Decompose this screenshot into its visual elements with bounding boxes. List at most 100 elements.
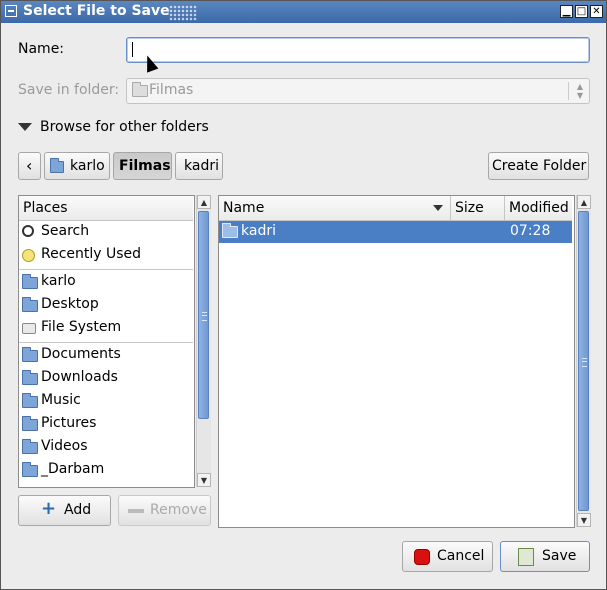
folder-icon xyxy=(222,223,238,238)
grip-icon xyxy=(202,312,207,321)
places-item-desktop[interactable]: Desktop xyxy=(19,294,193,317)
music-folder-icon xyxy=(22,393,38,408)
cancel-icon xyxy=(414,549,430,565)
path-segment-label: kadri xyxy=(184,158,219,174)
text-caret xyxy=(132,42,133,57)
save-dialog: Select File to Save ▁ □ ✕ Name: Save in … xyxy=(0,0,607,590)
file-list-header: Name Size Modified xyxy=(219,196,572,221)
column-name-header[interactable]: Name xyxy=(219,196,451,220)
places-panel: Places Search Recently Used karlo Deskto… xyxy=(18,195,195,488)
places-item-label: Pictures xyxy=(41,415,97,431)
save-in-folder-label: Save in folder: xyxy=(18,82,120,98)
back-arrow-icon: ‹ xyxy=(26,156,33,175)
places-item-label: File System xyxy=(41,319,122,335)
desktop-folder-icon xyxy=(22,297,38,312)
column-modified-header[interactable]: Modified xyxy=(505,196,572,220)
places-scroll-thumb[interactable] xyxy=(198,211,209,419)
file-modified: 07:28 xyxy=(510,223,551,239)
remove-label: Remove xyxy=(150,502,207,518)
pictures-folder-icon xyxy=(22,416,38,431)
name-label: Name: xyxy=(18,41,65,57)
file-list: Name Size Modified kadri 07:28 xyxy=(218,195,575,528)
recent-icon xyxy=(22,249,35,262)
filesystem-icon xyxy=(22,323,36,334)
places-item-recently-used[interactable]: Recently Used xyxy=(19,244,193,267)
scroll-up-icon[interactable]: ▲ xyxy=(577,195,591,209)
folder-icon xyxy=(22,462,38,477)
path-segment-label: karlo xyxy=(70,158,105,174)
cancel-button[interactable]: Cancel xyxy=(402,541,493,572)
places-item-file-system[interactable]: File System xyxy=(19,317,193,340)
places-item-documents[interactable]: Documents xyxy=(19,344,193,367)
cancel-label: Cancel xyxy=(437,548,485,564)
save-in-folder-combo[interactable]: Filmas ▲ ▼ xyxy=(126,78,590,104)
places-item-pictures[interactable]: Pictures xyxy=(19,413,193,436)
path-back-button[interactable]: ‹ xyxy=(18,152,41,180)
browse-expander-label: Browse for other folders xyxy=(40,119,209,135)
downloads-folder-icon xyxy=(22,370,38,385)
maximize-button[interactable]: □ xyxy=(575,5,588,18)
places-item-label: Documents xyxy=(41,346,121,362)
combo-separator xyxy=(568,82,569,100)
places-item-videos[interactable]: Videos xyxy=(19,436,193,459)
places-item-label: Recently Used xyxy=(41,246,142,262)
expander-arrow-icon xyxy=(18,123,32,131)
places-item-label: Downloads xyxy=(41,369,118,385)
titlebar-grip xyxy=(169,5,197,21)
column-size-header[interactable]: Size xyxy=(451,196,505,220)
places-item-label: karlo xyxy=(41,273,76,289)
places-item-karlo[interactable]: karlo xyxy=(19,271,193,294)
save-in-folder-value: Filmas xyxy=(149,82,194,98)
save-icon xyxy=(518,548,534,566)
titlebar[interactable]: Select File to Save ▁ □ ✕ xyxy=(1,1,606,23)
path-segment-kadri[interactable]: kadri xyxy=(175,152,223,180)
save-label: Save xyxy=(542,548,577,564)
home-folder-icon xyxy=(50,158,64,173)
places-header-label: Places xyxy=(23,200,68,216)
places-item-downloads[interactable]: Downloads xyxy=(19,367,193,390)
grip-icon xyxy=(582,358,587,367)
places-item-label: Music xyxy=(41,392,81,408)
column-label: Modified xyxy=(509,200,569,216)
home-folder-icon xyxy=(22,274,38,289)
close-button[interactable]: ✕ xyxy=(590,5,603,18)
name-input[interactable] xyxy=(126,37,590,63)
sort-descending-icon xyxy=(433,205,443,211)
window-title: Select File to Save xyxy=(23,3,170,19)
close-icon: ✕ xyxy=(592,6,601,17)
folder-icon xyxy=(132,82,148,97)
minimize-button[interactable]: ▁ xyxy=(560,5,573,18)
file-list-scroll-thumb[interactable] xyxy=(578,211,589,511)
places-separator xyxy=(19,269,193,270)
add-label: Add xyxy=(64,502,92,518)
remove-bookmark-button[interactable]: Remove xyxy=(118,495,211,526)
places-item-darbam[interactable]: _Darbam xyxy=(19,459,193,482)
file-name: kadri xyxy=(241,223,276,239)
column-label: Size xyxy=(455,200,484,216)
path-segment-filmas[interactable]: Filmas xyxy=(113,152,172,180)
add-bookmark-button[interactable]: + Add xyxy=(18,495,111,526)
places-item-music[interactable]: Music xyxy=(19,390,193,413)
places-item-label: Search xyxy=(41,223,90,239)
file-row[interactable]: kadri 07:28 xyxy=(219,221,572,243)
scroll-down-icon[interactable]: ▼ xyxy=(577,513,591,527)
file-list-scrollbar[interactable]: ▲ ▼ xyxy=(576,195,591,527)
scroll-up-icon[interactable]: ▲ xyxy=(197,195,211,209)
column-label: Name xyxy=(223,200,265,216)
window-menu-icon[interactable] xyxy=(5,5,17,17)
add-icon: + xyxy=(41,498,57,519)
combo-arrows-icon: ▲ ▼ xyxy=(576,82,583,100)
save-button[interactable]: Save xyxy=(500,541,590,572)
places-item-label: Desktop xyxy=(41,296,99,312)
path-segment-karlo[interactable]: karlo xyxy=(44,152,110,180)
create-folder-button[interactable]: Create Folder xyxy=(488,152,589,180)
places-header[interactable]: Places xyxy=(19,196,193,221)
minimize-icon: ▁ xyxy=(562,6,571,17)
scroll-down-icon[interactable]: ▼ xyxy=(197,473,211,487)
path-segment-label: Filmas xyxy=(119,158,171,174)
places-item-search[interactable]: Search xyxy=(19,221,193,244)
places-scrollbar[interactable]: ▲ ▼ xyxy=(196,195,211,487)
videos-folder-icon xyxy=(22,439,38,454)
remove-icon xyxy=(128,509,144,513)
search-icon xyxy=(22,225,34,237)
